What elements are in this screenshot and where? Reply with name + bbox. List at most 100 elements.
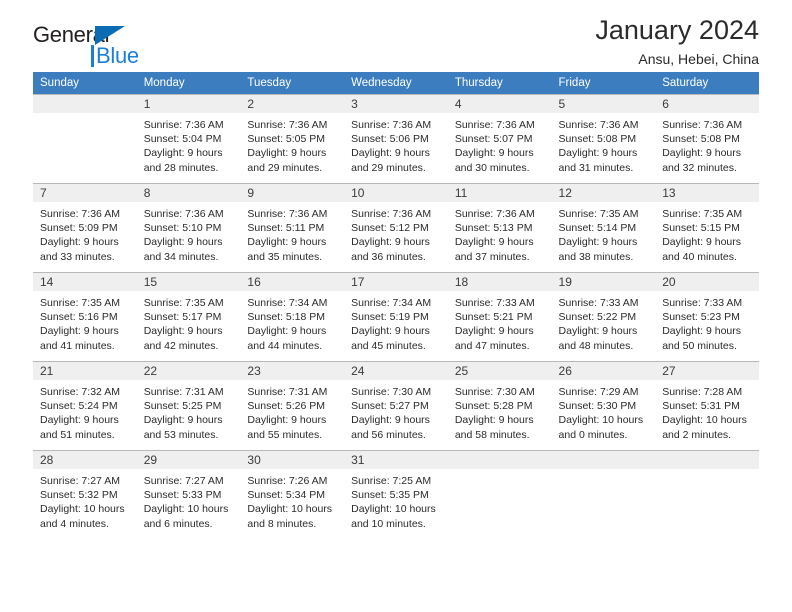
day-number: 18 xyxy=(447,273,552,291)
sunrise-text: Sunrise: 7:36 AM xyxy=(558,119,639,131)
calendar-day-cell[interactable]: 21 Sunrise: 7:32 AM Sunset: 5:24 PM Dayligh… xyxy=(33,361,137,451)
daylight-text-line1: Daylight: 9 hours xyxy=(558,325,638,338)
calendar-day-cell[interactable]: 24 Sunrise: 7:30 AM Sunset: 5:27 PM Dayligh… xyxy=(344,361,448,451)
day-number: 20 xyxy=(655,273,759,291)
calendar-day-cell[interactable]: 11 Sunrise: 7:36 AM Sunset: 5:13 PM Dayligh… xyxy=(447,183,552,273)
calendar-day-cell[interactable]: 29 Sunrise: 7:27 AM Sunset: 5:33 PM Dayligh… xyxy=(136,450,241,539)
daylight-text-line2: and 32 minutes. xyxy=(662,161,737,174)
general-blue-logo[interactable]: General Blue xyxy=(33,22,153,68)
calendar-day-cell[interactable]: 12 Sunrise: 7:35 AM Sunset: 5:14 PM Dayligh… xyxy=(551,183,656,273)
calendar-day-cell[interactable]: 22 Sunrise: 7:31 AM Sunset: 5:25 PM Dayligh… xyxy=(136,361,241,451)
calendar-day-cell xyxy=(551,450,656,539)
calendar-day-cell[interactable]: 9 Sunrise: 7:36 AM Sunset: 5:11 PM Daylight… xyxy=(240,183,345,273)
weekday-header-tuesday: Tuesday xyxy=(240,72,345,95)
sunset-text: Sunset: 5:21 PM xyxy=(454,311,533,324)
sunrise-text: Sunrise: 7:30 AM xyxy=(351,386,432,398)
calendar-day-cell[interactable]: 26 Sunrise: 7:29 AM Sunset: 5:30 PM Dayligh… xyxy=(551,361,656,451)
sunrise-text: Sunrise: 7:33 AM xyxy=(558,297,639,309)
daylight-text-line2: and 33 minutes. xyxy=(40,250,115,263)
day-details: Sunrise: 7:35 AM Sunset: 5:16 PM Daylight:… xyxy=(33,291,137,353)
calendar-day-cell[interactable]: 15 Sunrise: 7:35 AM Sunset: 5:17 PM Dayligh… xyxy=(136,272,241,362)
day-details: Sunrise: 7:35 AM Sunset: 5:14 PM Daylight:… xyxy=(552,202,656,264)
sunset-text: Sunset: 5:23 PM xyxy=(662,311,740,324)
sunrise-text: Sunrise: 7:29 AM xyxy=(558,386,639,398)
day-number: 14 xyxy=(33,273,137,291)
daylight-text-line2: and 40 minutes. xyxy=(662,250,737,263)
calendar-day-cell[interactable]: 30 Sunrise: 7:26 AM Sunset: 5:34 PM Dayligh… xyxy=(240,450,345,539)
weekday-header-thursday: Thursday xyxy=(447,72,552,95)
calendar-day-cell[interactable]: 14 Sunrise: 7:35 AM Sunset: 5:16 PM Dayligh… xyxy=(33,272,137,362)
calendar-day-cell[interactable]: 18 Sunrise: 7:33 AM Sunset: 5:21 PM Dayligh… xyxy=(447,272,552,362)
sunrise-text: Sunrise: 7:26 AM xyxy=(247,475,328,487)
sunrise-text: Sunrise: 7:36 AM xyxy=(143,119,224,131)
calendar-day-cell[interactable]: 27 Sunrise: 7:28 AM Sunset: 5:31 PM Dayligh… xyxy=(655,361,759,451)
day-number: 28 xyxy=(33,451,137,469)
sunset-text: Sunset: 5:05 PM xyxy=(247,133,326,146)
calendar-day-cell[interactable]: 6 Sunrise: 7:36 AM Sunset: 5:08 PM Daylight… xyxy=(655,94,759,184)
calendar-day-cell[interactable]: 10 Sunrise: 7:36 AM Sunset: 5:12 PM Dayligh… xyxy=(344,183,448,273)
calendar-week-row: 7 Sunrise: 7:36 AM Sunset: 5:09 PM Daylight… xyxy=(33,183,759,273)
calendar-day-cell[interactable]: 23 Sunrise: 7:31 AM Sunset: 5:26 PM Dayligh… xyxy=(240,361,345,451)
day-details: Sunrise: 7:29 AM Sunset: 5:30 PM Daylight:… xyxy=(552,380,656,442)
daylight-text-line2: and 2 minutes. xyxy=(662,428,732,441)
daylight-text-line2: and 44 minutes. xyxy=(247,339,323,352)
sunset-text: Sunset: 5:30 PM xyxy=(558,400,637,413)
sunset-text: Sunset: 5:14 PM xyxy=(558,222,637,235)
sunrise-text: Sunrise: 7:36 AM xyxy=(454,119,535,131)
calendar-day-cell[interactable]: 28 Sunrise: 7:27 AM Sunset: 5:32 PM Dayligh… xyxy=(33,450,137,539)
daylight-text-line1: Daylight: 9 hours xyxy=(454,414,534,427)
sunrise-text: Sunrise: 7:35 AM xyxy=(662,208,743,220)
calendar-day-cell[interactable]: 5 Sunrise: 7:36 AM Sunset: 5:08 PM Daylight… xyxy=(551,94,656,184)
day-details: Sunrise: 7:28 AM Sunset: 5:31 PM Daylight:… xyxy=(655,380,759,442)
calendar-day-cell[interactable]: 2 Sunrise: 7:36 AM Sunset: 5:05 PM Daylight… xyxy=(240,94,345,184)
daylight-text-line2: and 30 minutes. xyxy=(454,161,530,174)
daylight-text-line1: Daylight: 9 hours xyxy=(454,147,534,160)
daylight-text-line1: Daylight: 9 hours xyxy=(351,325,430,338)
calendar-day-cell[interactable]: 20 Sunrise: 7:33 AM Sunset: 5:23 PM Dayligh… xyxy=(655,272,759,362)
day-number: 24 xyxy=(344,362,448,380)
daylight-text-line2: and 38 minutes. xyxy=(558,250,634,263)
day-details: Sunrise: 7:36 AM Sunset: 5:04 PM Daylight:… xyxy=(137,113,241,175)
day-number: 13 xyxy=(655,184,759,202)
calendar-day-cell[interactable]: 13 Sunrise: 7:35 AM Sunset: 5:15 PM Dayligh… xyxy=(655,183,759,273)
calendar-day-cell[interactable]: 4 Sunrise: 7:36 AM Sunset: 5:07 PM Daylight… xyxy=(447,94,552,184)
daylight-text-line1: Daylight: 9 hours xyxy=(143,325,223,338)
day-details: Sunrise: 7:36 AM Sunset: 5:08 PM Daylight:… xyxy=(552,113,656,175)
daylight-text-line1: Daylight: 9 hours xyxy=(454,325,534,338)
daylight-text-line2: and 37 minutes. xyxy=(454,250,530,263)
day-number: 2 xyxy=(240,95,345,113)
daylight-text-line2: and 53 minutes. xyxy=(143,428,219,441)
title-block: January 2024 Ansu, Hebei, China xyxy=(595,16,759,68)
day-number: 12 xyxy=(551,184,656,202)
daylight-text-line2: and 0 minutes. xyxy=(558,428,628,441)
sunset-text: Sunset: 5:33 PM xyxy=(143,489,222,502)
day-details: Sunrise: 7:34 AM Sunset: 5:19 PM Daylight:… xyxy=(344,291,448,353)
calendar-day-cell[interactable]: 17 Sunrise: 7:34 AM Sunset: 5:19 PM Dayligh… xyxy=(344,272,448,362)
calendar-day-cell[interactable]: 7 Sunrise: 7:36 AM Sunset: 5:09 PM Daylight… xyxy=(33,183,137,273)
sunrise-text: Sunrise: 7:31 AM xyxy=(143,386,224,398)
sunset-text: Sunset: 5:26 PM xyxy=(247,400,326,413)
logo-bar-icon xyxy=(91,45,94,67)
weekday-header-friday: Friday xyxy=(551,72,656,95)
day-details: Sunrise: 7:32 AM Sunset: 5:24 PM Daylight:… xyxy=(33,380,137,442)
calendar-day-cell xyxy=(33,94,137,184)
sunrise-text: Sunrise: 7:27 AM xyxy=(40,475,120,487)
day-number: 7 xyxy=(33,184,137,202)
day-number xyxy=(447,451,552,469)
calendar-day-cell[interactable]: 25 Sunrise: 7:30 AM Sunset: 5:28 PM Dayligh… xyxy=(447,361,552,451)
day-details: Sunrise: 7:30 AM Sunset: 5:28 PM Daylight:… xyxy=(448,380,552,442)
daylight-text-line2: and 29 minutes. xyxy=(247,161,323,174)
calendar-day-cell[interactable]: 8 Sunrise: 7:36 AM Sunset: 5:10 PM Daylight… xyxy=(136,183,241,273)
sunset-text: Sunset: 5:08 PM xyxy=(558,133,637,146)
calendar-day-cell[interactable]: 31 Sunrise: 7:25 AM Sunset: 5:35 PM Dayligh… xyxy=(344,450,448,539)
calendar-day-cell[interactable]: 1 Sunrise: 7:36 AM Sunset: 5:04 PM Daylight… xyxy=(136,94,241,184)
day-details: Sunrise: 7:33 AM Sunset: 5:23 PM Daylight:… xyxy=(655,291,759,353)
daylight-text-line2: and 31 minutes. xyxy=(558,161,634,174)
day-details: Sunrise: 7:27 AM Sunset: 5:33 PM Daylight:… xyxy=(137,469,241,531)
daylight-text-line1: Daylight: 9 hours xyxy=(558,236,638,249)
day-number: 16 xyxy=(240,273,345,291)
calendar-day-cell[interactable]: 16 Sunrise: 7:34 AM Sunset: 5:18 PM Dayligh… xyxy=(240,272,345,362)
calendar-day-cell xyxy=(447,450,552,539)
calendar-day-cell[interactable]: 19 Sunrise: 7:33 AM Sunset: 5:22 PM Dayligh… xyxy=(551,272,656,362)
calendar-day-cell[interactable]: 3 Sunrise: 7:36 AM Sunset: 5:06 PM Daylight… xyxy=(344,94,448,184)
